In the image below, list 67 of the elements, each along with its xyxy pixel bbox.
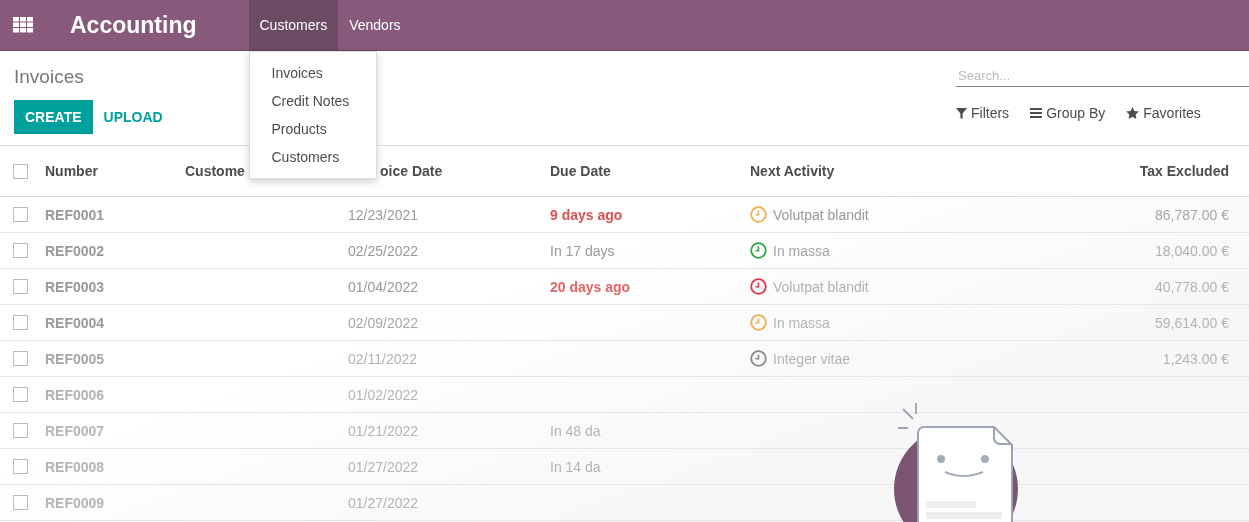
table-cell: In massa: [773, 314, 830, 331]
column-header[interactable]: Due Date: [550, 163, 750, 179]
table-cell-text: 18,040.00 €: [1154, 242, 1230, 259]
checkbox[interactable]: [13, 351, 28, 366]
dropdown-item[interactable]: Products: [249, 115, 376, 143]
table-cell-text: REF0001: [45, 206, 106, 223]
dropdown-item[interactable]: Invoices: [249, 59, 376, 87]
table-cell-text: REF0004: [45, 314, 106, 331]
app-title: Accounting: [69, 10, 198, 40]
table-cell-text: 01/04/2022: [348, 278, 420, 295]
table-cell-text: REF0005: [45, 350, 106, 367]
table-cell-text: REF0003: [45, 278, 106, 295]
filter-button[interactable]: Filters: [956, 105, 1010, 121]
table-cell-text: In 17 days: [550, 242, 616, 259]
checkbox[interactable]: [13, 315, 28, 330]
table-cell: Volutpat blandit: [773, 278, 869, 295]
clock-icon[interactable]: [750, 242, 767, 259]
table-cell-text: In 48 da: [550, 422, 602, 439]
clock-icon[interactable]: [750, 278, 767, 295]
table-cell: Volutpat blandit: [773, 206, 869, 223]
column-header[interactable]: Next Activity: [750, 163, 1099, 179]
column-header[interactable]: Number: [45, 163, 185, 179]
table-cell-text: REF0008: [45, 458, 106, 475]
table-cell: Integer vitae: [773, 350, 851, 367]
table-cell: In massa: [773, 242, 830, 259]
checkbox[interactable]: [13, 387, 28, 402]
table-cell-text: 9 days ago: [550, 206, 624, 223]
menu-tab[interactable]: Vendors: [338, 0, 412, 50]
checkbox[interactable]: [13, 459, 28, 474]
checkbox[interactable]: [13, 207, 28, 222]
table-cell-text: REF0006: [45, 386, 106, 403]
table-cell-text: REF0002: [45, 242, 106, 259]
dropdown-item[interactable]: Customers: [249, 143, 376, 171]
table-cell-text: REF0009: [45, 494, 106, 511]
table-cell-text: REF0007: [45, 422, 106, 439]
page-title: Invoices: [14, 66, 85, 89]
menu-tab[interactable]: Customers: [248, 0, 339, 50]
clock-icon[interactable]: [750, 350, 767, 367]
dropdown-item[interactable]: Credit Notes: [249, 87, 376, 115]
table-cell-text: 40,778.00 €: [1154, 278, 1230, 295]
table-cell-text: 01/21/2022: [348, 422, 420, 439]
clock-icon[interactable]: [750, 314, 767, 331]
table-cell-text: 02/25/2022: [348, 242, 420, 259]
checkbox[interactable]: [13, 495, 28, 510]
table-cell-text: 20 days ago: [550, 278, 632, 295]
table-cell-text: 86,787.00 €: [1154, 206, 1230, 223]
table-cell-text: 01/27/2022: [348, 494, 420, 511]
checkbox[interactable]: [13, 279, 28, 294]
group-button[interactable]: Group By: [1030, 105, 1106, 121]
filter-icon: [956, 107, 967, 119]
menu-icon: [1030, 108, 1043, 118]
table-cell-text: 02/11/2022: [348, 350, 419, 367]
table-cell-text: 12/23/2021: [348, 206, 420, 223]
star-icon: [1126, 107, 1140, 119]
checkbox[interactable]: [13, 423, 28, 438]
table-cell-text: 59,614.00 €: [1154, 314, 1230, 331]
star-button[interactable]: Favorites: [1126, 105, 1201, 121]
apps-grid-icon[interactable]: [13, 17, 33, 33]
table-cell-text: 02/09/2022: [348, 314, 420, 331]
table-cell-text: 01/02/2022: [348, 386, 420, 403]
table-cell-text: 1,243.00 €: [1161, 350, 1230, 367]
table-cell-text: 01/27/2022: [348, 458, 420, 475]
checkbox[interactable]: [13, 243, 28, 258]
column-header[interactable]: Tax Excluded: [1099, 163, 1249, 179]
table-cell-text: In 14 da: [550, 458, 602, 475]
checkbox[interactable]: [13, 163, 28, 179]
clock-icon[interactable]: [750, 206, 767, 223]
